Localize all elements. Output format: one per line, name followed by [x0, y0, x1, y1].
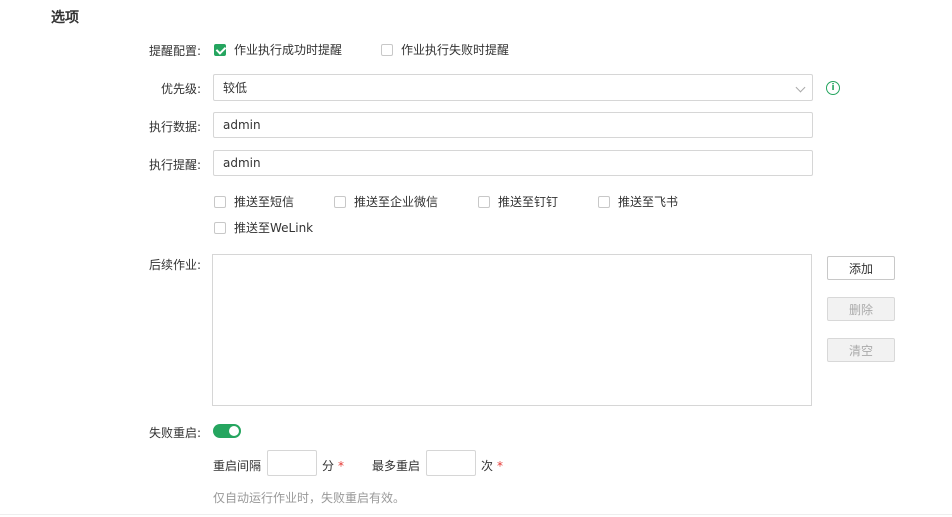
priority-select[interactable]: 较低	[213, 74, 813, 101]
exec-data-input[interactable]: admin	[213, 112, 813, 138]
push-dingtalk-option[interactable]: 推送至钉钉	[478, 193, 558, 210]
retry-interval-input[interactable]	[267, 450, 317, 476]
required-mark: *	[497, 459, 504, 473]
push-feishu-option[interactable]: 推送至飞书	[598, 193, 678, 210]
retry-interval-unit: 分	[322, 459, 335, 473]
push-welink-option[interactable]: 推送至WeLink	[214, 219, 313, 236]
retry-label: 失败重启:	[148, 426, 201, 440]
retry-max-input[interactable]	[426, 450, 476, 476]
required-mark: *	[338, 459, 345, 473]
add-button[interactable]: 添加	[827, 256, 895, 280]
clear-button[interactable]: 清空	[827, 338, 895, 362]
retry-hint: 仅自动运行作业时，失败重启有效。	[213, 491, 406, 505]
priority-value: 较低	[223, 81, 248, 95]
push-feishu-checkbox[interactable]	[598, 195, 610, 208]
chevron-down-icon	[795, 82, 806, 93]
push-sms-option[interactable]: 推送至短信	[214, 193, 294, 210]
retry-interval-label: 重启间隔	[213, 459, 262, 473]
exec-remind-input[interactable]: admin	[213, 150, 813, 176]
retry-max-unit-group: 次 *	[481, 457, 503, 474]
push-sms-label: 推送至短信	[234, 195, 295, 209]
follow-jobs-label: 后续作业:	[148, 258, 201, 272]
push-wechat-work-label: 推送至企业微信	[354, 195, 439, 209]
follow-jobs-list[interactable]	[212, 254, 812, 406]
delete-button[interactable]: 删除	[827, 297, 895, 321]
reminder-label: 提醒配置:	[148, 44, 201, 58]
reminder-failure-checkbox[interactable]	[381, 43, 393, 56]
exec-remind-label: 执行提醒:	[148, 158, 201, 172]
push-wechat-work-checkbox[interactable]	[334, 195, 346, 208]
reminder-success-option[interactable]: 作业执行成功时提醒	[214, 41, 342, 58]
reminder-failure-option[interactable]: 作业执行失败时提醒	[381, 41, 509, 58]
push-dingtalk-checkbox[interactable]	[478, 195, 490, 208]
push-feishu-label: 推送至飞书	[618, 195, 679, 209]
section-title: 选项	[51, 10, 79, 26]
exec-data-value: admin	[223, 118, 261, 132]
retry-toggle[interactable]	[213, 424, 241, 438]
push-dingtalk-label: 推送至钉钉	[498, 195, 559, 209]
divider	[0, 514, 952, 515]
retry-max-unit: 次	[481, 459, 494, 473]
reminder-failure-label: 作业执行失败时提醒	[401, 43, 510, 57]
push-welink-checkbox[interactable]	[214, 221, 226, 234]
push-welink-label: 推送至WeLink	[234, 221, 314, 235]
priority-label: 优先级:	[160, 82, 201, 96]
reminder-success-checkbox[interactable]	[214, 43, 226, 56]
retry-max-label: 最多重启	[372, 459, 421, 473]
push-wechat-work-option[interactable]: 推送至企业微信	[334, 193, 438, 210]
reminder-success-label: 作业执行成功时提醒	[234, 43, 343, 57]
retry-interval-unit-group: 分 *	[322, 457, 344, 474]
exec-data-label: 执行数据:	[148, 120, 201, 134]
exec-remind-value: admin	[223, 156, 261, 170]
push-sms-checkbox[interactable]	[214, 195, 226, 208]
info-icon[interactable]: i	[826, 81, 840, 95]
